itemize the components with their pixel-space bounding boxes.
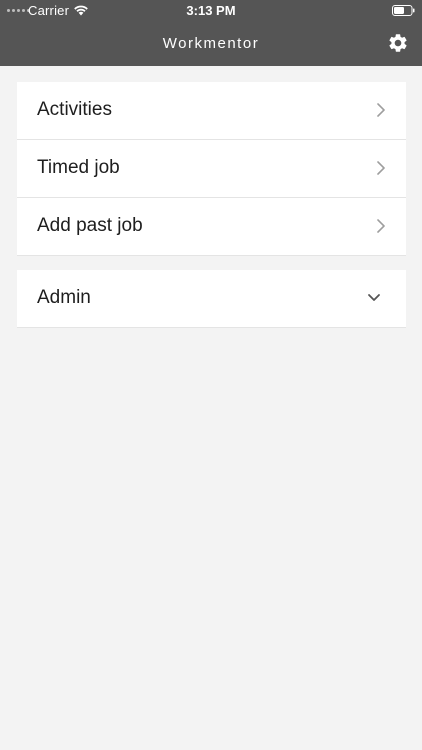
chevron-right-icon: [377, 161, 385, 175]
settings-button[interactable]: [384, 29, 412, 57]
chevron-down-icon: [368, 294, 380, 301]
battery-icon: [392, 5, 415, 16]
status-bar: Carrier 3:13 PM: [0, 0, 422, 22]
menu-item-label: Activities: [37, 99, 112, 120]
menu-item-label: Timed job: [37, 157, 120, 178]
chevron-right-icon: [377, 219, 385, 233]
menu-item-timed-job[interactable]: Timed job: [17, 140, 406, 198]
app-header: Carrier 3:13 PM Workmentor: [0, 0, 422, 66]
page-title: Workmentor: [162, 35, 260, 52]
admin-label: Admin: [37, 287, 91, 308]
status-time: 3:13 PM: [186, 3, 236, 18]
chevron-right-icon: [377, 103, 385, 117]
menu-item-add-past-job[interactable]: Add past job: [17, 198, 406, 256]
main-menu: Activities Timed job Add past job: [17, 82, 406, 256]
admin-section: Admin: [17, 270, 406, 328]
app-screen: Carrier 3:13 PM Workmentor Activities Ti…: [0, 0, 422, 750]
menu-item-activities[interactable]: Activities: [17, 82, 406, 140]
nav-bar: Workmentor: [0, 22, 422, 66]
gear-icon: [389, 34, 407, 52]
admin-toggle[interactable]: Admin: [17, 270, 406, 328]
menu-item-label: Add past job: [37, 215, 143, 236]
